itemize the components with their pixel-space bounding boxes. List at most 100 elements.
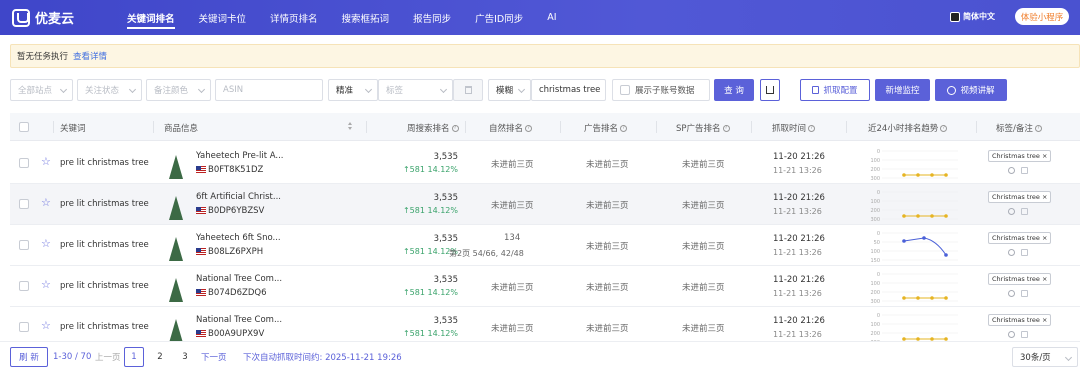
trend-point [944,253,948,257]
tag-chip[interactable]: Christmas tree × [988,232,1052,244]
mini-program-button[interactable]: 体验小程序 [1015,8,1069,25]
product-asin[interactable]: B08LZ6PXPH [196,247,263,257]
sort-product-icon[interactable] [348,122,353,130]
header-crawl-time[interactable]: 抓取时间? [772,122,816,134]
product-name[interactable]: Yaheetech 6ft Sno... [196,233,281,243]
product-image[interactable] [166,149,186,179]
nav-keyword-slot[interactable]: 关键词卡位 [199,0,247,35]
site-select[interactable]: 全部站点 [10,79,73,101]
product-asin[interactable]: B0DP6YBZSV [196,206,264,216]
nav-search-expand[interactable]: 搜索框拓词 [342,0,390,35]
edit-note-icon[interactable] [1021,290,1028,300]
edit-note-icon[interactable] [1021,331,1028,341]
nav-ad-id-sync[interactable]: 广告ID同步 [475,0,523,35]
note-color-label: 备注颜色 [154,86,189,96]
keyword-input[interactable]: christmas tree [531,79,606,101]
tag-select[interactable]: 标签 [378,79,453,101]
star-icon[interactable]: ☆ [41,155,51,168]
asin-input[interactable]: ASIN [215,79,323,101]
nav-ai[interactable]: AI [547,0,556,35]
prev-page-button[interactable]: 上一页 [95,347,121,367]
tag-chip[interactable]: Christmas tree × [988,150,1052,162]
query-button[interactable]: 查 询 [714,79,754,101]
note-color-select[interactable]: 备注颜色 [146,79,211,101]
refresh-button[interactable]: 刷 新 [10,347,48,367]
note-color-icon[interactable] [1008,290,1015,300]
row-checkbox[interactable] [19,199,29,212]
fuzzy-mode-select[interactable]: 模糊 [488,79,531,101]
rank-trend-chart[interactable]: 0 100 200 300 [868,312,958,344]
export-button[interactable] [760,79,780,101]
edit-note-icon[interactable] [1021,208,1028,218]
rank-trend-chart[interactable]: 0 100 200 300 [868,189,958,221]
product-name[interactable]: National Tree Com... [196,315,282,325]
show-sub-checkbox[interactable] [620,85,630,95]
next-page-button[interactable]: 下一页 [201,347,227,367]
checkbox-box [19,322,29,332]
nav-keyword-rank[interactable]: 关键词排名 [127,0,175,35]
header-ad-rank[interactable]: 广告排名? [584,122,628,134]
edit-note-icon[interactable] [1021,167,1028,177]
header-natural-rank[interactable]: 自然排名? [489,122,533,134]
row-checkbox[interactable] [19,322,29,335]
header-sp-ad-rank[interactable]: SP广告排名? [676,122,730,134]
page-1-button[interactable]: 1 [124,347,144,367]
us-flag-icon [196,330,206,337]
note-color-icon[interactable] [1008,167,1015,177]
row-checkbox[interactable] [19,158,29,171]
nav-report-sync[interactable]: 报告同步 [413,0,451,35]
product-image[interactable] [166,190,186,220]
add-monitor-button[interactable]: 新增监控 [875,79,930,101]
crawl-config-button[interactable]: 抓取配置 [800,79,870,101]
row-checkbox[interactable] [19,281,29,294]
language-switch[interactable]: 简体中文 [950,11,995,22]
page-2-button[interactable]: 2 [150,347,170,367]
follow-status-label: 关注状态 [85,86,120,96]
star-icon[interactable]: ☆ [41,196,51,209]
select-all-checkbox[interactable] [19,122,29,132]
note-color-icon[interactable] [1008,249,1015,259]
product-name[interactable]: 6ft Artificial Christ... [196,192,281,202]
export-icon [766,86,774,94]
rank-trend-chart[interactable]: 0 100 200 300 [868,148,958,180]
table-row[interactable]: ☆ pre lit christmas tree Yaheetech 6ft S… [10,225,1080,266]
edit-note-icon[interactable] [1021,249,1028,259]
product-asin[interactable]: B0FT8K51DZ [196,165,263,175]
tag-chip[interactable]: Christmas tree × [988,191,1052,203]
match-mode-select[interactable]: 精准 [328,79,378,101]
page-3-button[interactable]: 3 [175,347,195,367]
rank-trend-chart[interactable]: 0 50 100 150 [868,230,958,262]
clear-tag-button[interactable] [453,79,483,101]
header-weekly-rank[interactable]: 周搜索排名? [407,122,459,134]
page-range: 1-30 / 70 [53,352,92,362]
trend-point [916,173,920,177]
note-color-icon[interactable] [1008,208,1015,218]
product-asin[interactable]: B074D6ZDQ6 [196,288,266,298]
product-image[interactable] [166,313,186,343]
natural-rank-value: 未进前三页 [491,283,534,293]
page-size-select[interactable]: 30条/页 [1012,347,1078,367]
video-guide-button[interactable]: 视频讲解 [935,79,1007,101]
star-icon[interactable]: ☆ [41,237,51,250]
product-image[interactable] [166,231,186,261]
nav-detail-rank[interactable]: 详情页排名 [270,0,318,35]
table-row[interactable]: ☆ pre lit christmas tree 6ft Artificial … [10,184,1080,225]
table-row[interactable]: ☆ pre lit christmas tree National Tree C… [10,266,1080,307]
product-asin[interactable]: B00A9UPX9V [196,329,264,339]
rank-trend-chart[interactable]: 0 100 200 300 [868,271,958,303]
notice-detail-link[interactable]: 查看详情 [73,50,107,62]
row-checkbox[interactable] [19,240,29,253]
tag-placeholder: 标签 [386,86,404,96]
show-sub-account-toggle[interactable]: 展示子账号数据 [612,79,710,101]
note-color-icon[interactable] [1008,331,1015,341]
star-icon[interactable]: ☆ [41,319,51,332]
brand-logo[interactable]: 优麦云 [12,8,74,27]
star-icon[interactable]: ☆ [41,278,51,291]
tag-chip[interactable]: Christmas tree × [988,314,1052,326]
follow-status-select[interactable]: 关注状态 [77,79,142,101]
product-name[interactable]: National Tree Com... [196,274,282,284]
product-name[interactable]: Yaheetech Pre-lit A... [196,151,284,161]
tag-chip[interactable]: Christmas tree × [988,273,1052,285]
table-row[interactable]: ☆ pre lit christmas tree Yaheetech Pre-l… [10,143,1080,184]
product-image[interactable] [166,272,186,302]
